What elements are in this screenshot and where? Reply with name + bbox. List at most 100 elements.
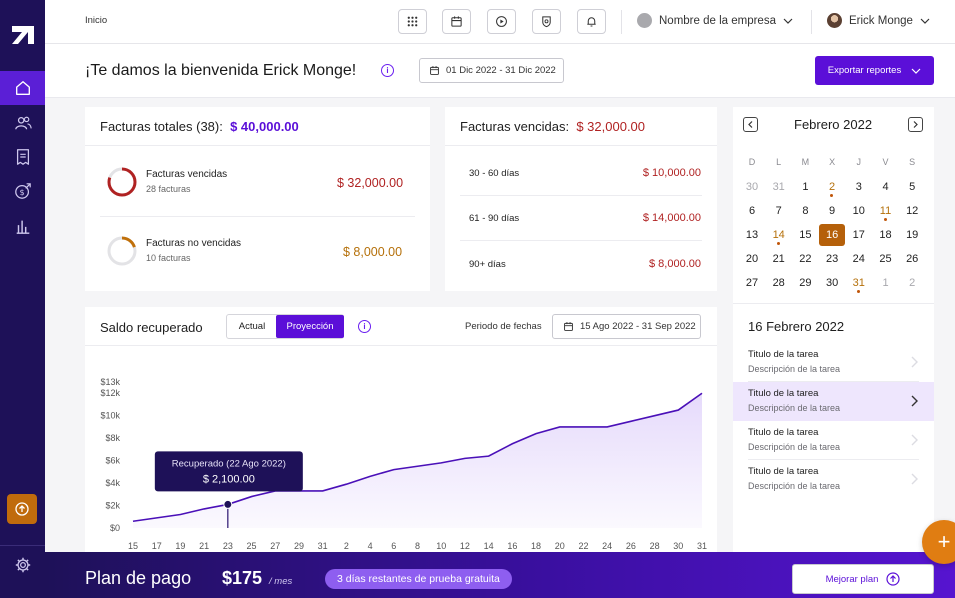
play-button[interactable] [487,9,516,34]
info-icon[interactable]: i [358,320,371,333]
sidebar-item-home[interactable] [0,71,45,105]
calendar-day[interactable]: 8 [792,200,818,222]
toggle-actual[interactable]: Actual [227,315,277,338]
task-item[interactable]: Titulo de la tarea Descripción de la tare… [733,382,934,421]
apps-button[interactable] [398,9,427,34]
calendar-day[interactable]: 23 [819,248,845,270]
calendar-day[interactable]: 18 [873,224,899,246]
upgrade-button[interactable] [7,494,37,524]
calendar-day[interactable]: 31 [846,272,872,294]
x-tick-label: 16 [507,541,517,551]
sidebar-item-reports[interactable] [0,209,45,243]
sidebar-item-invoices[interactable] [0,140,45,174]
calendar-day[interactable]: 16 [819,224,846,246]
task-item[interactable]: Titulo de la tarea Descripción de la tare… [733,460,934,499]
recovered-balance-chart: $0 $2k $4k $6k $8k $10k $12k$13k 15 17 19 21 23 25 27… [100,377,707,551]
calendar-day[interactable]: 10 [846,200,872,222]
calendar-button[interactable] [442,9,471,34]
gear-icon [15,557,30,573]
calendar-day[interactable]: 28 [766,272,792,294]
calendar-day[interactable]: 5 [899,176,925,198]
chevron-right-icon [911,473,918,485]
x-tick-label: 28 [650,541,660,551]
page-title: ¡Te damos la bienvenida Erick Monge! [85,62,357,79]
y-tick-label: $6k [105,456,120,466]
sidebar-item-settings[interactable] [0,548,45,582]
y-tick-label: $13k [100,377,120,387]
prev-month-button[interactable] [743,117,758,132]
calendar-day[interactable]: 6 [739,200,765,222]
sidebar-item-payments[interactable]: $ [0,174,45,208]
notifications-button[interactable] [577,9,606,34]
calendar-day[interactable]: 2 [899,272,925,294]
calendar-day[interactable]: 9 [819,200,845,222]
calendar-day[interactable]: 24 [846,248,872,270]
calendar-day[interactable]: 21 [766,248,792,270]
recovered-balance-title: Saldo recuperado [100,320,203,335]
date-range-picker[interactable]: 01 Dic 2022 - 31 Dic 2022 [419,58,564,83]
not-overdue-invoices-count: 10 facturas [146,253,191,263]
company-selector[interactable]: Nombre de la empresa [637,13,793,28]
export-reports-button[interactable]: Exportar reportes [815,56,934,85]
overdue-ring [107,167,137,197]
calendar-day[interactable]: 14 [766,224,792,246]
x-tick-label: 18 [531,541,541,551]
chevron-down-icon [783,18,793,24]
calendar-weekday: J [856,157,862,167]
calendar-day[interactable]: 2 [819,176,845,198]
sidebar-item-users[interactable] [0,106,45,140]
calendar-day[interactable]: 17 [846,224,872,246]
bar-chart-icon [16,220,29,234]
logo-icon [11,26,34,44]
calendar-day[interactable]: 1 [873,272,899,294]
calendar-day[interactable]: 20 [739,248,765,270]
x-tick-label: 20 [555,541,565,551]
upgrade-plan-button[interactable]: Mejorar plan [792,564,934,594]
calendar-day[interactable]: 30 [739,176,765,198]
calendar-day[interactable]: 25 [873,248,899,270]
calendar-day[interactable]: 13 [739,224,765,246]
calendar-day[interactable]: 29 [792,272,818,294]
arrow-up-circle-icon [15,502,29,516]
calendar-day[interactable]: 30 [819,272,845,294]
calendar-day[interactable]: 26 [899,248,925,270]
calendar-month: Febrero 2022 [794,117,873,132]
chevron-right-icon [913,121,918,128]
overdue-total-amount: $ 32,000.00 [576,119,646,134]
range-label: 61 - 90 días [469,213,520,224]
x-tick-label: 26 [626,541,636,551]
security-button[interactable] [532,9,561,34]
calendar-day[interactable]: 1 [792,176,818,198]
breadcrumb[interactable]: Inicio [85,15,107,26]
calendar-day[interactable]: 12 [899,200,925,222]
task-item[interactable]: Titulo de la tarea Descripción de la tare… [733,421,934,460]
calendar-day[interactable]: 27 [739,272,765,294]
user-menu[interactable]: Erick Monge [827,13,930,28]
overdue-invoices-card: Facturas vencidas: $ 32,000.00 30 - 60 d… [445,107,717,291]
brand-logo[interactable] [0,0,45,70]
calendar-day[interactable]: 22 [792,248,818,270]
calendar-icon [430,66,439,75]
selected-date-title: 16 Febrero 2022 [748,319,845,334]
y-tick-label: $2k [105,501,120,511]
calendar-day[interactable]: 7 [766,200,792,222]
users-icon [14,116,32,130]
calendar-day[interactable]: 19 [899,224,925,246]
task-item[interactable]: Titulo de la tarea Descripción de la tare… [733,343,934,382]
toggle-projection[interactable]: Proyección [276,315,344,338]
x-tick-label: 31 [697,541,707,551]
plus-icon: + [937,529,951,554]
calendar-day[interactable]: 15 [792,224,818,246]
range-label: 30 - 60 días [469,168,520,179]
upgrade-plan-label: Mejorar plan [825,573,879,585]
info-icon[interactable]: i [381,64,394,77]
calendar-day[interactable]: 11 [873,200,899,222]
date-range-text: 01 Dic 2022 - 31 Dic 2022 [446,65,556,76]
calendar-day[interactable]: 4 [873,176,899,198]
period-range-picker[interactable]: 15 Ago 2022 - 31 Sep 2022 [552,314,701,339]
calendar-weekday: M [801,157,810,167]
calendar-day[interactable]: 31 [766,176,792,198]
next-month-button[interactable] [908,117,923,132]
item-divider [100,216,415,217]
calendar-day[interactable]: 3 [846,176,872,198]
